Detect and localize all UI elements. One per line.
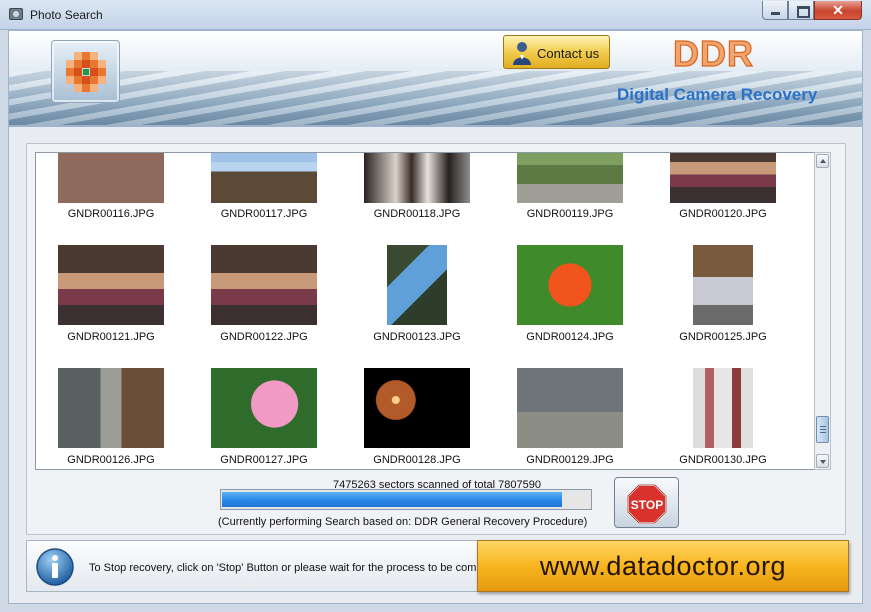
search-panel: GNDR00116.JPG GNDR00117.JPG GNDR00118.JPG G…	[26, 143, 846, 535]
stop-button[interactable]: STOP	[614, 477, 679, 528]
maximize-button[interactable]	[788, 1, 814, 20]
thumbnail-image[interactable]	[517, 153, 623, 203]
window-title: Photo Search	[30, 8, 103, 22]
main-panel: GNDR00116.JPG GNDR00117.JPG GNDR00118.JPG G…	[8, 126, 863, 604]
website-url: www.datadoctor.org	[539, 551, 787, 581]
thumbnail-filename: GNDR00119.JPG	[526, 208, 614, 220]
thumbnail-filename: GNDR00124.JPG	[526, 331, 614, 343]
checker-logo-icon	[66, 52, 106, 92]
thumbnail-image[interactable]	[517, 245, 623, 325]
scroll-up-icon[interactable]	[816, 154, 829, 168]
search-status-text: (Currently performing Search based on: D…	[218, 516, 588, 528]
scan-progress-bar	[220, 489, 592, 510]
thumbnail-filename: GNDR00120.JPG	[679, 208, 767, 220]
info-icon	[36, 548, 74, 586]
app-logo	[51, 40, 120, 103]
close-icon: ✕	[832, 2, 844, 18]
contact-us-button[interactable]: Contact us	[503, 35, 610, 69]
product-name: Digital Camera Recovery	[617, 85, 818, 104]
brand-logo: DDR	[672, 32, 754, 74]
footer-message: To Stop recovery, click on 'Stop' Button…	[89, 562, 492, 574]
thumbnail-image[interactable]	[364, 153, 470, 203]
camera-icon	[9, 8, 23, 20]
thumbnail-filename: GNDR00130.JPG	[679, 454, 767, 466]
thumbnail-image[interactable]	[58, 368, 164, 448]
stop-sign-icon: STOP	[627, 484, 667, 524]
thumbnail-gallery[interactable]: GNDR00116.JPG GNDR00117.JPG GNDR00118.JPG G…	[35, 152, 815, 470]
thumbnail-filename: GNDR00125.JPG	[679, 331, 767, 343]
thumbnail-filename: GNDR00123.JPG	[373, 331, 461, 343]
progress-fill	[222, 492, 562, 507]
header-banner: Contact us DDR Digital Camera Recovery	[8, 30, 863, 126]
thumbnail-filename: GNDR00126.JPG	[67, 454, 155, 466]
thumbnail-filename: GNDR00118.JPG	[373, 208, 461, 220]
thumbnail-filename: GNDR00122.JPG	[220, 331, 308, 343]
thumbnail-image[interactable]	[211, 368, 317, 448]
thumbnail-filename: GNDR00117.JPG	[220, 208, 308, 220]
thumbnail-image[interactable]	[364, 368, 470, 448]
thumbnail-filename: GNDR00116.JPG	[67, 208, 155, 220]
scroll-down-icon[interactable]	[816, 454, 829, 468]
gallery-scrollbar[interactable]	[814, 152, 831, 470]
thumbnail-filename: GNDR00128.JPG	[373, 454, 461, 466]
thumbnail-image[interactable]	[211, 153, 317, 203]
thumbnail-image[interactable]	[670, 153, 776, 203]
thumbnail-image[interactable]	[693, 368, 753, 448]
thumbnail-image[interactable]	[211, 245, 317, 325]
minimize-button[interactable]	[762, 1, 788, 20]
thumbnail-image[interactable]	[693, 245, 753, 325]
title-bar: Photo Search ✕	[0, 0, 871, 30]
website-badge[interactable]: www.datadoctor.org	[477, 540, 849, 592]
svg-text:STOP: STOP	[631, 498, 663, 512]
close-button[interactable]: ✕	[814, 1, 862, 20]
thumbnail-image[interactable]	[387, 245, 447, 325]
thumbnail-image[interactable]	[58, 153, 164, 203]
person-icon	[513, 42, 531, 65]
thumbnail-image[interactable]	[58, 245, 164, 325]
thumbnail-filename: GNDR00121.JPG	[67, 331, 155, 343]
contact-us-label: Contact us	[537, 46, 600, 61]
thumbnail-filename: GNDR00127.JPG	[220, 454, 308, 466]
scrollbar-thumb[interactable]	[816, 416, 829, 443]
thumbnail-image[interactable]	[517, 368, 623, 448]
thumbnail-filename: GNDR00129.JPG	[526, 454, 614, 466]
